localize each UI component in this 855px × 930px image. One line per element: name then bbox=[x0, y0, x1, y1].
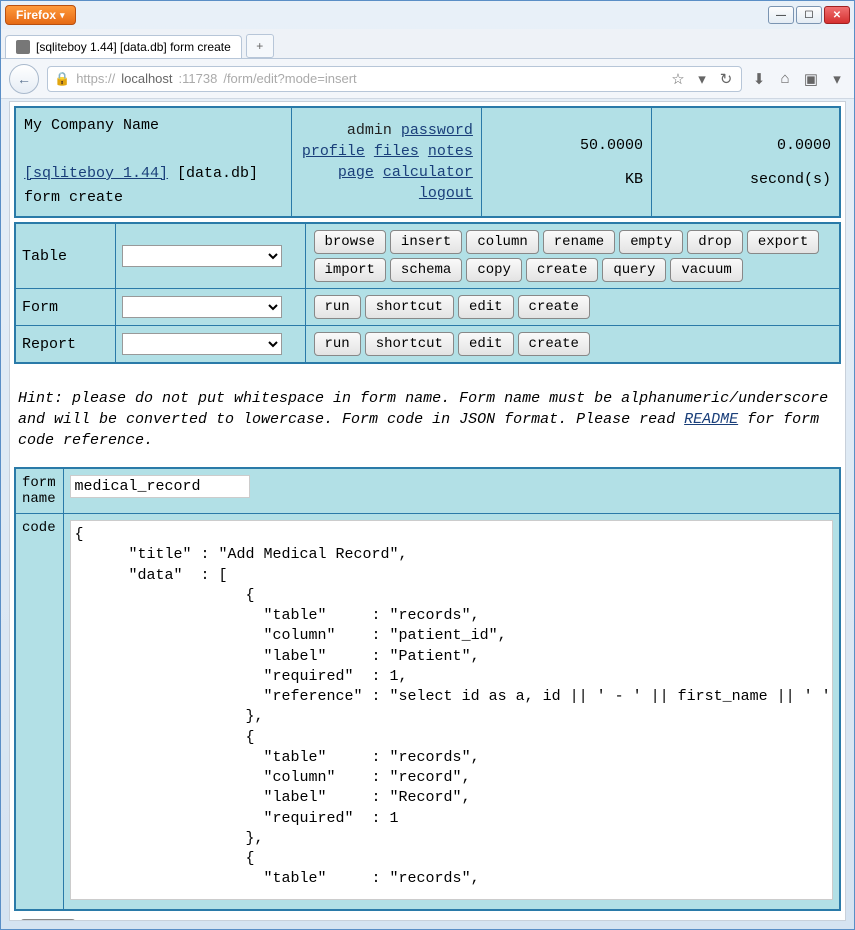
table-rename-button[interactable]: rename bbox=[543, 230, 615, 254]
readme-link[interactable]: README bbox=[684, 411, 738, 428]
window-maximize-button[interactable]: ☐ bbox=[796, 6, 822, 24]
window-minimize-button[interactable]: — bbox=[768, 6, 794, 24]
form-create-button[interactable]: create bbox=[518, 295, 590, 319]
table-create-button[interactable]: create bbox=[526, 258, 598, 282]
link-files[interactable]: files bbox=[374, 143, 419, 160]
firefox-menu-button[interactable]: Firefox bbox=[5, 5, 76, 25]
user-label: admin bbox=[347, 122, 392, 139]
link-page[interactable]: page bbox=[338, 164, 374, 181]
table-select[interactable] bbox=[122, 245, 282, 267]
form-select[interactable] bbox=[122, 296, 282, 318]
sec-label: second(s) bbox=[750, 171, 831, 188]
table-drop-button[interactable]: drop bbox=[687, 230, 743, 254]
table-export-button[interactable]: export bbox=[747, 230, 819, 254]
favicon-icon bbox=[16, 40, 30, 54]
db-name: [data.db] bbox=[177, 165, 258, 182]
app-header: My Company Name [sqliteboy 1.44] [data.d… bbox=[15, 107, 291, 217]
table-query-button[interactable]: query bbox=[602, 258, 666, 282]
report-select[interactable] bbox=[122, 333, 282, 355]
table-copy-button[interactable]: copy bbox=[466, 258, 522, 282]
table-import-button[interactable]: import bbox=[314, 258, 386, 282]
form-label: Form bbox=[15, 289, 115, 326]
form-name-input[interactable] bbox=[70, 475, 250, 498]
browser-tab[interactable]: [sqliteboy 1.44] [data.db] form create bbox=[5, 35, 242, 58]
bookmarks-icon[interactable]: ▣ bbox=[802, 70, 820, 88]
url-host: localhost bbox=[121, 71, 172, 86]
code-label: code bbox=[15, 514, 63, 911]
link-password[interactable]: password bbox=[401, 122, 473, 139]
company-name: My Company Name bbox=[24, 117, 159, 134]
url-port: :11738 bbox=[179, 71, 218, 86]
nav-back-button[interactable]: ← bbox=[9, 64, 39, 94]
link-calculator[interactable]: calculator bbox=[383, 164, 473, 181]
url-scheme: https:// bbox=[76, 71, 115, 86]
url-bar[interactable]: 🔒 https:// localhost :11738/form/edit?mode… bbox=[47, 66, 742, 92]
link-profile[interactable]: profile bbox=[302, 143, 365, 160]
table-schema-button[interactable]: schema bbox=[390, 258, 462, 282]
url-path: /form/edit?mode=insert bbox=[223, 71, 356, 86]
form-shortcut-button[interactable]: shortcut bbox=[365, 295, 454, 319]
kb-value: 50.0000 bbox=[580, 137, 643, 154]
home-icon[interactable]: ⌂ bbox=[776, 70, 794, 87]
form-run-button[interactable]: run bbox=[314, 295, 361, 319]
form-edit-button[interactable]: edit bbox=[458, 295, 514, 319]
sec-value: 0.0000 bbox=[777, 137, 831, 154]
save-button[interactable]: save bbox=[20, 919, 76, 921]
report-run-button[interactable]: run bbox=[314, 332, 361, 356]
url-dropdown-icon[interactable]: ▾ bbox=[693, 70, 711, 88]
window-close-button[interactable]: ✕ bbox=[824, 6, 850, 24]
new-tab-button[interactable]: + bbox=[246, 34, 274, 58]
report-edit-button[interactable]: edit bbox=[458, 332, 514, 356]
table-browse-button[interactable]: browse bbox=[314, 230, 386, 254]
bookmark-star-icon[interactable]: ☆ bbox=[669, 70, 687, 88]
lock-icon: 🔒 bbox=[54, 71, 70, 87]
page-name: form create bbox=[24, 189, 123, 206]
table-label: Table bbox=[15, 223, 115, 289]
table-insert-button[interactable]: insert bbox=[390, 230, 462, 254]
table-vacuum-button[interactable]: vacuum bbox=[670, 258, 742, 282]
reload-icon[interactable]: ↻ bbox=[717, 70, 735, 88]
form-name-label: form name bbox=[15, 468, 63, 514]
table-column-button[interactable]: column bbox=[466, 230, 538, 254]
kb-label: KB bbox=[625, 171, 643, 188]
link-logout[interactable]: logout bbox=[419, 185, 473, 202]
app-link[interactable]: [sqliteboy 1.44] bbox=[24, 165, 168, 182]
report-label: Report bbox=[15, 326, 115, 364]
link-notes[interactable]: notes bbox=[428, 143, 473, 160]
hint-text: Hint: please do not put whitespace in fo… bbox=[18, 388, 837, 451]
report-shortcut-button[interactable]: shortcut bbox=[365, 332, 454, 356]
bookmarks-dropdown-icon[interactable]: ▾ bbox=[828, 70, 846, 88]
code-textarea[interactable] bbox=[70, 520, 834, 900]
report-create-button[interactable]: create bbox=[518, 332, 590, 356]
table-empty-button[interactable]: empty bbox=[619, 230, 683, 254]
tab-title: [sqliteboy 1.44] [data.db] form create bbox=[36, 40, 231, 54]
download-icon[interactable]: ⬇ bbox=[750, 70, 768, 88]
